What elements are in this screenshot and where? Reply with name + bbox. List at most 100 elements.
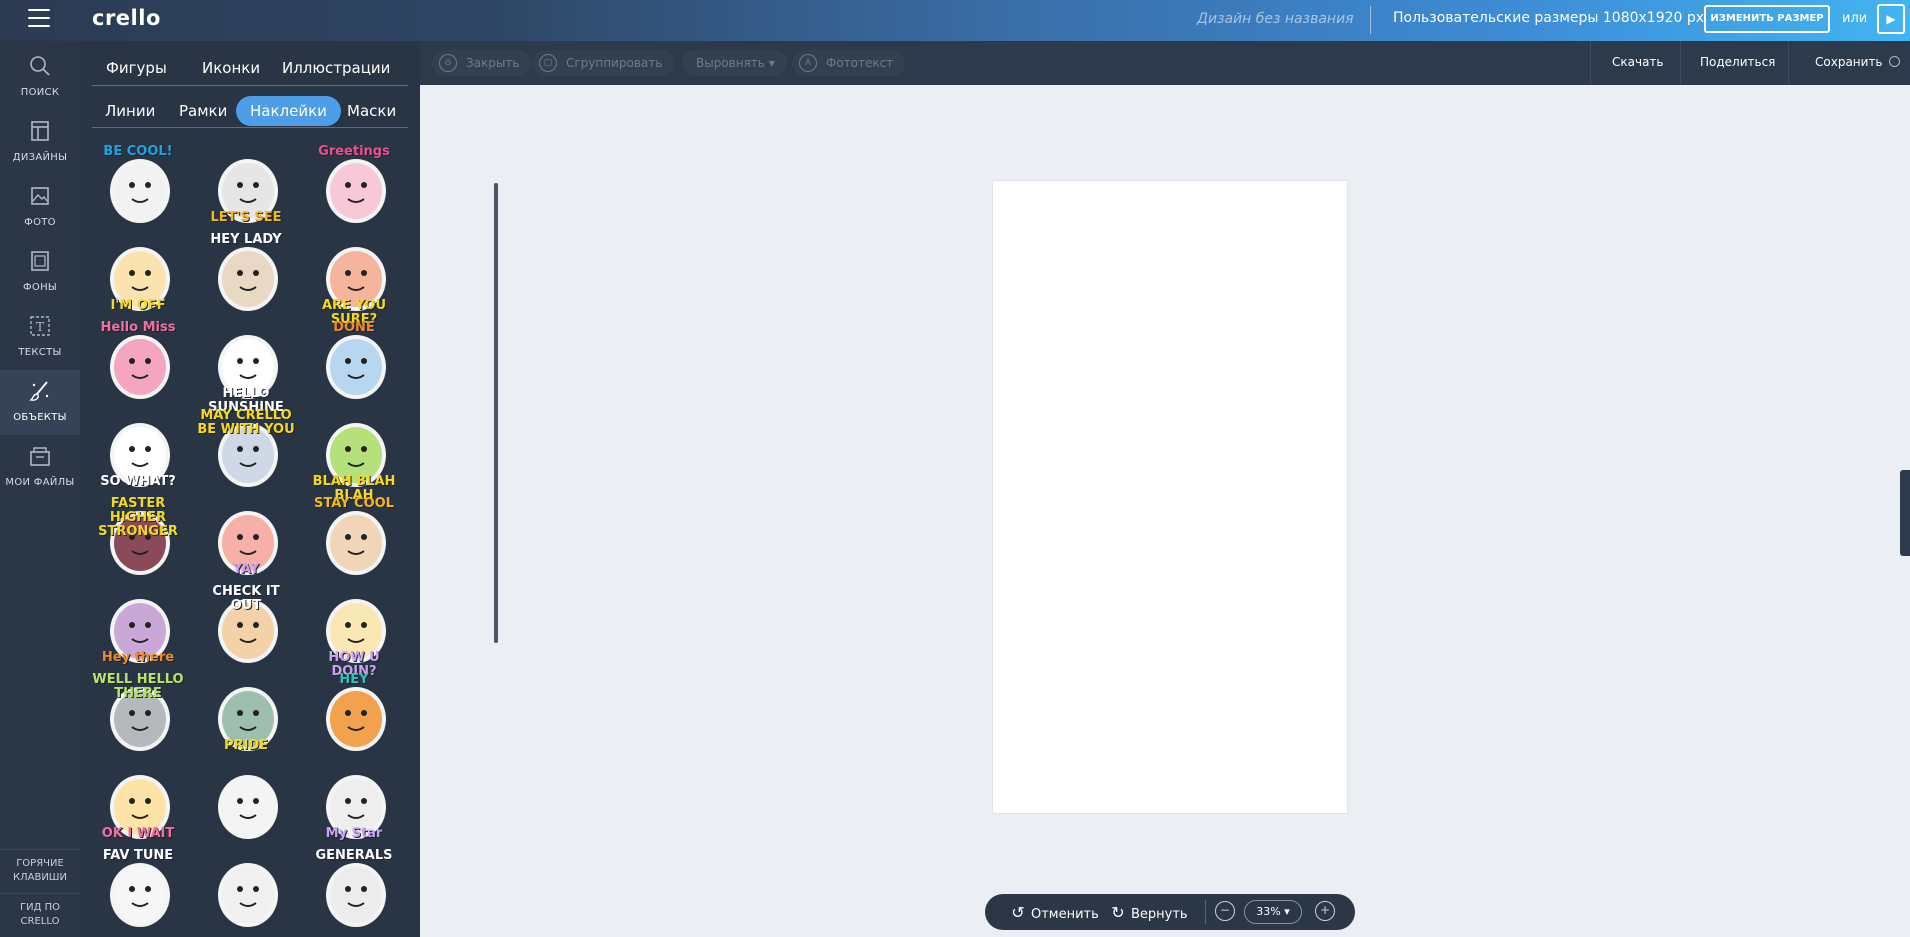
zoom-value: 33% <box>1256 905 1281 918</box>
divider <box>0 893 80 894</box>
phototext-button[interactable]: A Фототекст <box>792 50 906 76</box>
sticker-item[interactable]: BLAH BLAH BLAH <box>304 405 404 503</box>
svg-text:T: T <box>36 320 44 334</box>
sticker-item[interactable]: Hey there <box>88 581 188 679</box>
toolbar: ⊝ Закрыть ▢ Сгруппировать Выровнять ▾ A Фот… <box>420 41 1910 85</box>
undo-button[interactable]: ↺ Отменить <box>1009 903 1099 922</box>
document-title[interactable]: Дизайн без названия <box>1197 11 1354 27</box>
play-icon[interactable]: ▶ <box>1877 4 1905 34</box>
sticker-item[interactable]: HEY LADY <box>196 229 296 327</box>
divider <box>0 849 80 850</box>
app-logo[interactable]: crello <box>92 6 161 30</box>
redo-icon: ↻ <box>1111 903 1125 922</box>
redo-label: Вернуть <box>1131 907 1188 922</box>
undo-icon: ↺ <box>1011 903 1025 922</box>
sticker-item[interactable] <box>196 757 296 855</box>
zoom-in-icon[interactable]: + <box>1315 901 1335 921</box>
sticker-item[interactable]: LET'S SEE <box>196 141 296 239</box>
rail-label: ОБЪЕКТЫ <box>13 412 67 423</box>
undo-zoom-bar: ↺ Отменить ↻ Вернуть − 33% ▾ + <box>985 894 1355 930</box>
tab-icons[interactable]: Иконки <box>202 59 260 77</box>
save-label: Сохранить <box>1815 55 1883 69</box>
sticker-item[interactable]: HOW U DOIN? <box>304 581 404 679</box>
sticker-item[interactable] <box>196 845 296 937</box>
sticker-item[interactable]: WELL HELLO THERE <box>88 669 188 767</box>
sticker-item[interactable]: I'M OFF <box>88 229 188 327</box>
sticker-item[interactable]: OK I WAIT <box>88 757 188 855</box>
rail-label: ТЕКСТЫ <box>18 347 62 358</box>
sticker-caption: HEY LADY <box>210 232 282 247</box>
sticker-item[interactable]: Greetings <box>304 141 404 239</box>
panel-scrollbar[interactable] <box>494 183 498 643</box>
sticker-item[interactable]: GENERALS <box>304 845 404 937</box>
sticker-caption: OK I WAIT <box>101 826 175 841</box>
redo-button[interactable]: ↻ Вернуть <box>1109 903 1188 922</box>
zoom-out-icon[interactable]: − <box>1215 901 1235 921</box>
group-button[interactable]: ▢ Сгруппировать <box>532 50 675 76</box>
lock-icon: ⊝ <box>439 54 457 72</box>
sticker-item[interactable]: FAV TUNE <box>88 845 188 937</box>
sticker-item[interactable]: HELLO SUNSHINE <box>196 317 296 415</box>
hamburger-icon[interactable] <box>28 9 50 29</box>
rail-item-objects[interactable]: ОБЪЕКТЫ <box>0 370 80 435</box>
sticker-item[interactable]: CHECK IT OUT <box>196 581 296 679</box>
sticker-item[interactable]: ARE YOU SURE? <box>304 229 404 327</box>
sticker-caption: FAV TUNE <box>102 848 174 863</box>
tab-frames[interactable]: Рамки <box>179 102 227 120</box>
divider <box>1370 6 1371 34</box>
background-icon <box>31 251 49 271</box>
sticker-item[interactable]: BE COOL! <box>88 141 188 239</box>
sticker-caption: Hey there <box>101 650 175 665</box>
rail-item-designs[interactable]: ДИЗАЙНЫ <box>0 110 80 175</box>
tab-shapes[interactable]: Фигуры <box>106 59 167 77</box>
save-button[interactable]: Сохранить <box>1815 55 1901 69</box>
sticker-item[interactable]: MAY CRELLO BE WITH YOU <box>196 405 296 503</box>
sticker-item[interactable]: FASTER HIGHER STRONGER <box>88 493 188 591</box>
rail-label: ПОИСК <box>20 87 60 98</box>
objects-panel: Фигуры Иконки Иллюстрации Линии Рамки На… <box>80 41 498 937</box>
sticker-item[interactable]: Hello Miss <box>88 317 188 415</box>
design-canvas[interactable] <box>992 180 1348 814</box>
folder-icon <box>30 447 50 466</box>
tab-illustrations[interactable]: Иллюстрации <box>282 59 390 77</box>
rail-item-backgrounds[interactable]: ФОНЫ <box>0 240 80 305</box>
sticker-caption: GENERALS <box>315 848 393 863</box>
sticker-image <box>218 863 278 927</box>
sticker-item[interactable]: SO WHAT? <box>88 405 188 503</box>
resize-button[interactable]: ИЗМЕНИТЬ РАЗМЕР <box>1704 5 1830 33</box>
side-panel-handle[interactable] <box>1900 470 1910 556</box>
sticker-caption: MAY CRELLO BE WITH YOU <box>197 408 295 437</box>
rail-item-my-files[interactable]: МОИ ФАЙЛЫ <box>0 435 80 500</box>
sticker-item[interactable]: HEY <box>304 669 404 767</box>
photo-icon <box>31 187 49 205</box>
rail-item-search[interactable]: ПОИСК <box>0 45 80 110</box>
rail-item-photo[interactable]: ФОТО <box>0 175 80 240</box>
zoom-select[interactable]: 33% ▾ <box>1244 900 1302 924</box>
sticker-item[interactable]: DONE <box>304 317 404 415</box>
chevron-down-icon: ▾ <box>1284 905 1290 918</box>
size-label: Пользовательские размеры 1080x1920 px <box>1393 10 1705 26</box>
or-label: или <box>1842 11 1868 26</box>
text-icon: T <box>30 316 50 336</box>
sticker-caption: STAY COOL <box>314 496 394 511</box>
divider <box>1590 41 1591 85</box>
tab-lines[interactable]: Линии <box>105 102 155 120</box>
tab-masks[interactable]: Маски <box>347 102 396 120</box>
guide-link[interactable]: ГИД ПО CRELLO <box>0 901 80 929</box>
download-button[interactable]: Скачать <box>1612 55 1664 69</box>
divider <box>1205 900 1206 924</box>
rail-item-texts[interactable]: T ТЕКСТЫ <box>0 305 80 370</box>
tab-stickers[interactable]: Наклейки <box>236 96 341 126</box>
sticker-item[interactable]: My Star <box>304 757 404 855</box>
sticker-caption: My Star <box>325 826 383 841</box>
top-bar: crello Дизайн без названия Пользовательс… <box>0 0 1910 41</box>
hotkeys-link[interactable]: ГОРЯЧИЕ КЛАВИШИ <box>0 857 80 885</box>
rail-label: ФОТО <box>24 217 56 228</box>
sticker-item[interactable]: STAY COOL <box>304 493 404 591</box>
close-button[interactable]: ⊝ Закрыть <box>432 50 532 76</box>
share-button[interactable]: Поделиться <box>1700 55 1775 69</box>
sticker-item[interactable]: YAY <box>196 493 296 591</box>
sticker-item[interactable]: PRIDE <box>196 669 296 767</box>
sticker-caption: DONE <box>333 320 375 335</box>
align-dropdown[interactable]: Выровнять ▾ <box>682 50 787 76</box>
